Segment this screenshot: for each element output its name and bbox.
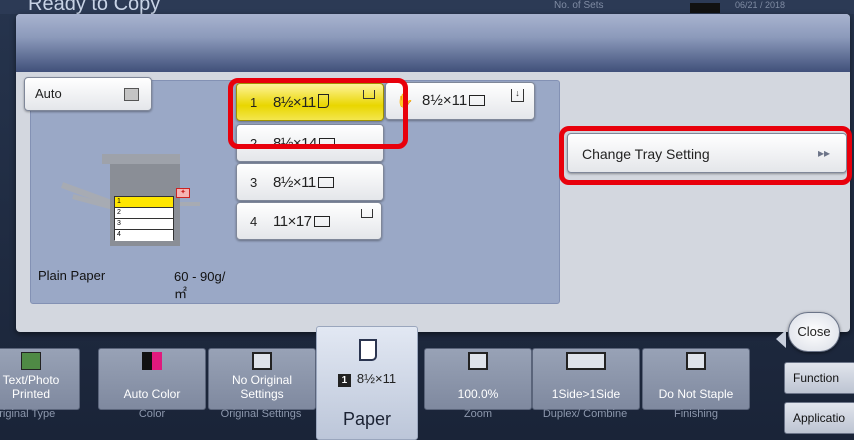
original-type-value: Text/Photo Printed — [2, 373, 60, 401]
landscape-paper-icon — [318, 138, 335, 149]
bypass-tray-button[interactable]: ✋ 8½×11 ↓ — [385, 82, 535, 120]
function-bar: Text/Photo Printed Auto Color No Origina… — [0, 318, 854, 440]
paper-type-label: Plain Paper — [38, 268, 106, 283]
tray-number: 1 — [250, 95, 258, 110]
bypass-size: 8½×11 — [422, 92, 486, 109]
machine-diagram: 1 2 3 4 ✦ — [60, 154, 212, 246]
finishing-value: Do Not Staple — [658, 387, 734, 401]
application-button[interactable]: Applicatio — [784, 402, 854, 434]
duplex-caption: Duplex/ Combine — [542, 408, 628, 420]
original-type-caption: Original Type — [0, 408, 56, 420]
tray-1-button[interactable]: 1 8½×11 — [236, 83, 384, 121]
zoom-button[interactable]: 100.0% — [424, 348, 532, 410]
tray-number: 3 — [250, 175, 258, 190]
close-button[interactable]: Close — [788, 312, 840, 352]
bypass-load-icon: ↓ — [511, 89, 524, 102]
staple-icon — [686, 352, 706, 370]
tray-number: 2 — [250, 136, 258, 151]
tray-size: 11×17 — [273, 213, 330, 230]
tray-size: 8½×11 — [273, 174, 334, 191]
machine-trays: 1 2 3 4 — [114, 196, 174, 241]
auto-checkbox-icon — [124, 88, 139, 101]
machine-tray-2: 2 — [115, 208, 173, 219]
color-button[interactable]: Auto Color — [98, 348, 206, 410]
sets-counter — [690, 3, 720, 13]
machine-tray-4: 4 — [115, 230, 173, 241]
landscape-paper-icon — [313, 216, 330, 227]
tray-3-button[interactable]: 3 8½×11 — [236, 163, 384, 201]
duplex-button[interactable]: 1Side>1Side — [532, 348, 640, 410]
background-title-bar: Ready to Copy No. of Sets 06/21 / 2018 — [0, 0, 854, 15]
double-arrow-icon: ▸▸ — [817, 146, 830, 160]
portrait-paper-icon — [317, 94, 329, 108]
paper-caption: Paper — [342, 409, 392, 429]
machine-top — [102, 154, 180, 164]
original-settings-icon — [252, 352, 272, 370]
tray-size: 8½×14 — [273, 135, 335, 152]
auto-paper-button[interactable]: Auto — [24, 77, 152, 111]
finishing-button[interactable]: Do Not Staple — [642, 348, 750, 410]
machine-tray-1: 1 — [115, 197, 173, 208]
hand-icon: ✋ — [396, 92, 414, 108]
landscape-paper-icon — [317, 177, 334, 188]
color-value: Auto Color — [123, 387, 181, 401]
zoom-icon — [468, 352, 488, 370]
zoom-caption: Zoom — [463, 408, 493, 420]
machine-tray-3: 3 — [115, 219, 173, 230]
paper-value: 1 8½×11 — [317, 371, 417, 387]
original-settings-value: No Original Settings — [231, 373, 293, 401]
auto-label: Auto — [35, 86, 62, 101]
paper-button[interactable]: 1 8½×11 Paper — [316, 326, 418, 440]
tray-empty-icon — [363, 90, 375, 99]
text-photo-icon — [21, 352, 41, 370]
finishing-caption: Finishing — [673, 408, 719, 420]
tray-number: 4 — [250, 214, 258, 229]
copy-screen: Ready to Copy No. of Sets 06/21 / 2018 A… — [0, 0, 854, 440]
change-tray-label: Change Tray Setting — [582, 146, 710, 162]
color-caption: Color — [138, 408, 166, 420]
zoom-value: 100.0% — [457, 387, 499, 401]
bypass-indicator-icon: ✦ — [176, 188, 190, 198]
duplex-value: 1Side>1Side — [551, 387, 621, 401]
tray-size: 8½×11 — [273, 94, 329, 111]
paper-icon — [359, 339, 377, 361]
bypass-shelf — [180, 202, 200, 206]
scroll-left-icon[interactable] — [776, 330, 786, 348]
duplex-icon — [566, 352, 606, 370]
change-tray-setting-button[interactable]: Change Tray Setting ▸▸ — [567, 133, 847, 173]
original-type-button[interactable]: Text/Photo Printed — [0, 348, 80, 410]
date-display: 06/21 / 2018 — [735, 0, 786, 10]
tray-2-button[interactable]: 2 8½×14 — [236, 124, 384, 162]
functions-button[interactable]: Function — [784, 362, 854, 394]
original-settings-caption: Original Settings — [220, 408, 302, 420]
landscape-paper-icon — [469, 95, 486, 106]
tray-empty-icon — [361, 209, 373, 218]
dialog-header — [16, 14, 850, 72]
paper-weight-label: 60 - 90g/㎡ — [174, 269, 226, 301]
tray-4-button[interactable]: 4 11×17 — [236, 202, 382, 240]
sets-label: No. of Sets — [554, 0, 604, 11]
original-settings-button[interactable]: No Original Settings — [208, 348, 316, 410]
color-icon — [142, 352, 162, 370]
